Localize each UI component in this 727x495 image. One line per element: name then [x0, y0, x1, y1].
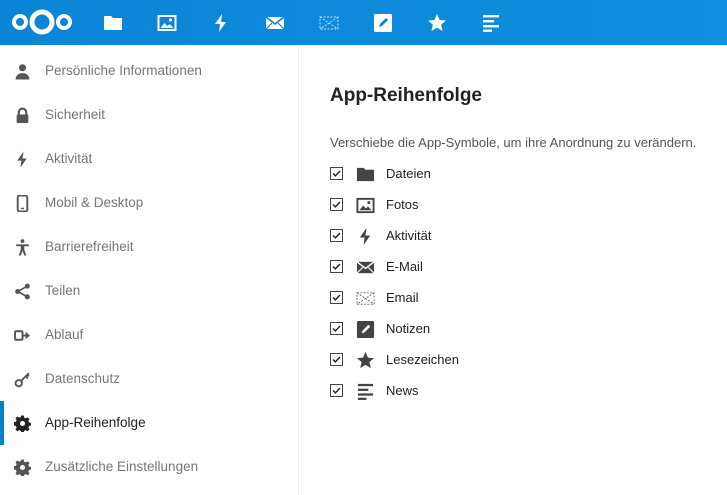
sidebar-item-sicherheit[interactable]: Sicherheit [0, 93, 298, 137]
app-checkbox[interactable] [330, 353, 343, 366]
app-order-item-notizen[interactable]: Notizen [330, 315, 630, 343]
sidebar-item-label: Zusätzliche Einstellungen [45, 459, 199, 474]
sidebar-item-label: Mobil & Desktop [45, 195, 144, 210]
star-icon[interactable] [355, 350, 375, 370]
sidebar-item-barrierefreiheit[interactable]: Barrierefreiheit [0, 225, 298, 269]
star-icon[interactable] [425, 11, 449, 35]
gear-icon [13, 458, 31, 476]
accessibility-icon [13, 238, 31, 256]
app-order-item-dateien[interactable]: Dateien [330, 160, 630, 188]
folder-icon[interactable] [355, 164, 375, 184]
sidebar-item-label: Sicherheit [45, 107, 106, 122]
sidebar-item-persoenliche-informationen[interactable]: Persönliche Informationen [0, 49, 298, 93]
app-label: Notizen [386, 321, 431, 336]
mail-crossed-icon[interactable] [317, 11, 341, 35]
sidebar-item-mobil-desktop[interactable]: Mobil & Desktop [0, 181, 298, 225]
flow-icon [13, 326, 31, 344]
sidebar-item-label: Aktivität [45, 151, 93, 166]
sidebar-item-label: App-Reihenfolge [45, 415, 146, 430]
sidebar-item-aktivitaet[interactable]: Aktivität [0, 137, 298, 181]
news-icon[interactable] [355, 381, 375, 401]
lightning-icon [13, 150, 31, 168]
sidebar-item-label: Teilen [45, 283, 81, 298]
app-label: Email [386, 290, 419, 305]
app-order-item-fotos[interactable]: Fotos [330, 191, 630, 219]
app-checkbox[interactable] [330, 291, 343, 304]
app-order-item-news[interactable]: News [330, 377, 630, 405]
image-icon[interactable] [355, 195, 375, 215]
sidebar-item-zusaetzliche-einstellungen[interactable]: Zusätzliche Einstellungen [0, 445, 298, 489]
app-checkbox[interactable] [330, 322, 343, 335]
app-checkbox[interactable] [330, 229, 343, 242]
mail-icon[interactable] [355, 257, 375, 277]
app-order-item-e-mail[interactable]: E-Mail [330, 253, 630, 281]
app-label: Aktivität [386, 228, 432, 243]
settings-sidebar: Persönliche Informationen Sicherheit Akt… [0, 45, 299, 495]
notes-icon[interactable] [371, 11, 395, 35]
mail-crossed-icon[interactable] [355, 288, 375, 308]
key-icon [13, 370, 31, 388]
app-label: E-Mail [386, 259, 423, 274]
sidebar-item-label: Ablauf [45, 327, 84, 342]
section-description: Verschiebe die App-Symbole, um ihre Anor… [330, 135, 697, 150]
app-checkbox[interactable] [330, 384, 343, 397]
app-label: Dateien [386, 166, 431, 181]
app-order-item-email[interactable]: Email [330, 284, 630, 312]
lightning-icon[interactable] [209, 11, 233, 35]
mail-icon[interactable] [263, 11, 287, 35]
header-bar [0, 0, 727, 45]
sidebar-item-ablauf[interactable]: Ablauf [0, 313, 298, 357]
sidebar-item-label: Persönliche Informationen [45, 63, 202, 78]
sidebar-item-app-reihenfolge[interactable]: App-Reihenfolge [0, 401, 298, 445]
gear-icon [13, 414, 31, 432]
app-checkbox[interactable] [330, 260, 343, 273]
notes-icon[interactable] [355, 319, 375, 339]
sidebar-item-datenschutz[interactable]: Datenschutz [0, 357, 298, 401]
user-icon [13, 62, 31, 80]
sidebar-item-label: Datenschutz [45, 371, 121, 386]
page-title: App-Reihenfolge [330, 85, 482, 106]
app-checkbox[interactable] [330, 167, 343, 180]
share-icon [13, 282, 31, 300]
folder-icon[interactable] [101, 11, 125, 35]
lightning-icon[interactable] [355, 226, 375, 246]
phone-icon [13, 194, 31, 212]
nextcloud-logo-icon[interactable] [11, 8, 73, 36]
news-icon[interactable] [479, 11, 503, 35]
app-checkbox[interactable] [330, 198, 343, 211]
app-order-item-lesezeichen[interactable]: Lesezeichen [330, 346, 630, 374]
app-order-section: App-Reihenfolge Verschiebe die App-Symbo… [300, 45, 727, 495]
app-label: Fotos [386, 197, 419, 212]
lock-icon [13, 106, 31, 124]
app-order-item-aktivitaet[interactable]: Aktivität [330, 222, 630, 250]
sidebar-item-teilen[interactable]: Teilen [0, 269, 298, 313]
app-label: Lesezeichen [386, 352, 459, 367]
image-icon[interactable] [155, 11, 179, 35]
sidebar-item-label: Barrierefreiheit [45, 239, 134, 254]
app-label: News [386, 383, 419, 398]
